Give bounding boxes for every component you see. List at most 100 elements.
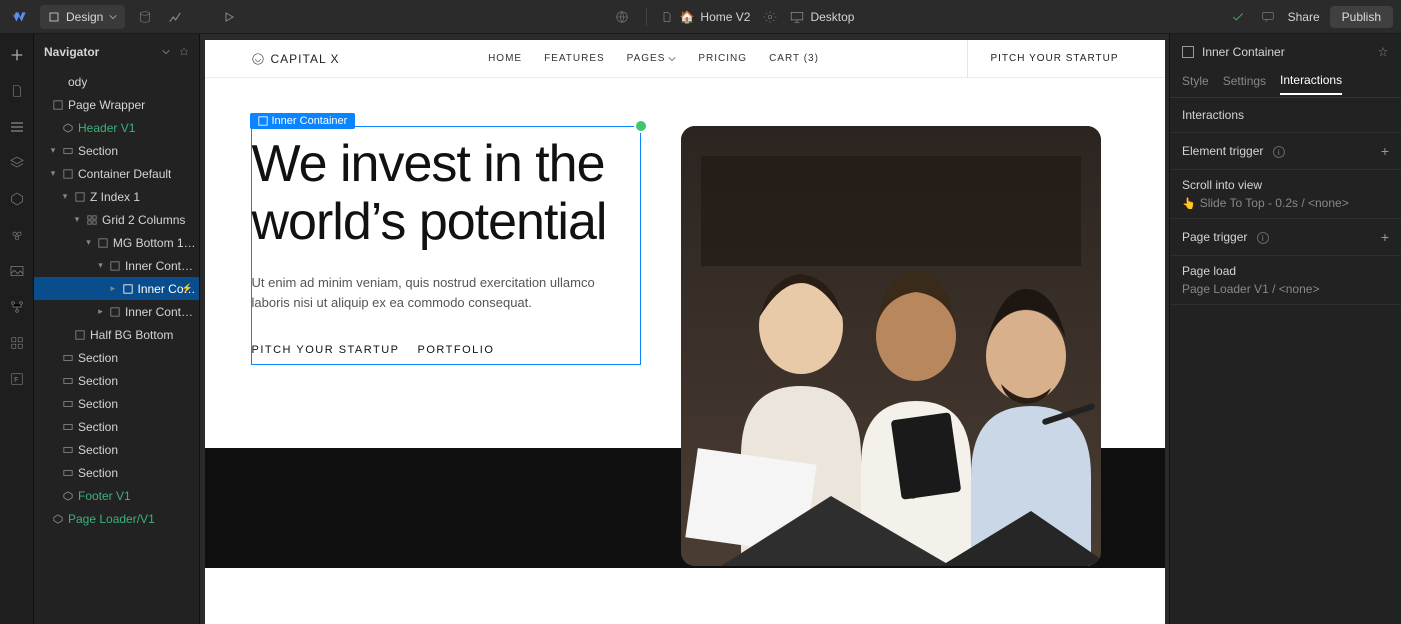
- info-icon[interactable]: i: [1273, 146, 1285, 158]
- tree-row[interactable]: Section: [34, 346, 199, 369]
- page-trigger-item[interactable]: Page load Page Loader V1 / <none>: [1170, 256, 1401, 305]
- share-button[interactable]: Share: [1288, 10, 1320, 24]
- nav-home[interactable]: HOME: [488, 53, 522, 64]
- point-up-icon: 👆: [1182, 197, 1196, 210]
- canvas-area[interactable]: CAPITAL X HOME FEATURES PAGES PRICING CA…: [200, 34, 1169, 624]
- add-element-trigger[interactable]: +: [1381, 143, 1389, 159]
- pin-styles-icon[interactable]: [1377, 46, 1389, 58]
- status-check-icon[interactable]: [1228, 7, 1248, 27]
- tab-settings[interactable]: Settings: [1223, 74, 1266, 94]
- element-trigger-item[interactable]: Scroll into view 👆 Slide To Top - 0.2s /…: [1170, 170, 1401, 219]
- hero-paragraph[interactable]: Ut enim ad minim veniam, quis nostrud ex…: [252, 273, 636, 312]
- tree-row[interactable]: ▸Inner Con…⚡: [34, 277, 199, 300]
- site-brand[interactable]: CAPITAL X: [251, 52, 340, 66]
- interactions-tool-icon[interactable]: [8, 298, 26, 316]
- navigator-tree: odyPage WrapperHeader V1▾Section▾Contain…: [34, 70, 199, 624]
- cms-icon[interactable]: [135, 7, 155, 27]
- chevron-down-icon: [109, 13, 117, 21]
- nav-features[interactable]: FEATURES: [544, 53, 605, 64]
- tree-row[interactable]: Page Loader/V1: [34, 507, 199, 530]
- add-page-trigger[interactable]: +: [1381, 229, 1389, 245]
- navigator-panel: Navigator odyPage WrapperHeader V1▾Secti…: [34, 34, 200, 624]
- tree-row[interactable]: Section: [34, 438, 199, 461]
- analytics-icon[interactable]: [165, 7, 185, 27]
- preview-icon[interactable]: [219, 7, 239, 27]
- comments-icon[interactable]: [1258, 7, 1278, 27]
- tree-row[interactable]: ▾Container Default: [34, 162, 199, 185]
- tree-row[interactable]: Section: [34, 369, 199, 392]
- selected-element[interactable]: Inner Container We invest in the world’s…: [251, 126, 641, 365]
- page-name: Home V2: [700, 10, 750, 24]
- trigger-animation: Slide To Top - 0.2s / <none>: [1200, 196, 1349, 210]
- tree-row[interactable]: Page Wrapper: [34, 93, 199, 116]
- pages-icon[interactable]: [8, 82, 26, 100]
- fonts-icon[interactable]: F: [8, 370, 26, 388]
- pin-icon[interactable]: [179, 47, 189, 57]
- home-emoji: 🏠: [679, 10, 694, 24]
- tree-row[interactable]: ▸Inner Container: [34, 300, 199, 323]
- page-trigger-type: Page load: [1182, 264, 1389, 278]
- selection-tag[interactable]: Inner Container: [250, 113, 356, 129]
- interaction-badge-icon: [634, 119, 648, 133]
- brand-text: CAPITAL X: [271, 52, 340, 66]
- chevron-down-icon: [668, 56, 676, 62]
- tree-row[interactable]: ▾Grid 2 Columns: [34, 208, 199, 231]
- tree-row[interactable]: Header V1: [34, 116, 199, 139]
- webflow-logo-icon[interactable]: [8, 6, 30, 28]
- brand-icon: [251, 52, 265, 66]
- nav-links: HOME FEATURES PAGES PRICING CART (3): [488, 53, 819, 64]
- components-icon[interactable]: [8, 154, 26, 172]
- page-selector[interactable]: 🏠 Home V2: [661, 10, 750, 24]
- page-trigger-animation: Page Loader V1 / <none>: [1182, 282, 1319, 296]
- canvas[interactable]: CAPITAL X HOME FEATURES PAGES PRICING CA…: [205, 40, 1165, 624]
- collapse-icon[interactable]: [161, 47, 171, 57]
- top-bar: Design 🏠 Home V2: [0, 0, 1401, 34]
- tree-row[interactable]: ▾Section: [34, 139, 199, 162]
- tree-row[interactable]: Section: [34, 392, 199, 415]
- nav-pages[interactable]: PAGES: [627, 53, 677, 64]
- device-label: Desktop: [810, 10, 854, 24]
- desktop-icon: [790, 11, 804, 23]
- device-selector[interactable]: Desktop: [790, 10, 854, 24]
- apps-icon[interactable]: [8, 334, 26, 352]
- hero-link-pitch[interactable]: PITCH YOUR STARTUP: [252, 344, 400, 356]
- hero-link-portfolio[interactable]: PORTFOLIO: [418, 344, 495, 356]
- right-tabs: Style Settings Interactions: [1170, 70, 1401, 98]
- tab-interactions[interactable]: Interactions: [1280, 73, 1342, 95]
- tree-row[interactable]: Section: [34, 461, 199, 484]
- publish-button[interactable]: Publish: [1330, 6, 1393, 28]
- style-manager-icon[interactable]: [8, 226, 26, 244]
- hero-heading[interactable]: We invest in the world’s potential: [252, 135, 636, 251]
- navigator-title: Navigator: [44, 45, 99, 59]
- site-nav: CAPITAL X HOME FEATURES PAGES PRICING CA…: [205, 40, 1165, 78]
- nav-cta[interactable]: PITCH YOUR STARTUP: [967, 40, 1118, 78]
- tree-row[interactable]: Footer V1: [34, 484, 199, 507]
- info-icon[interactable]: i: [1257, 232, 1269, 244]
- tree-row[interactable]: ▾MG Bottom 140px: [34, 231, 199, 254]
- div-icon: [258, 116, 268, 126]
- tree-row[interactable]: Half BG Bottom: [34, 323, 199, 346]
- element-trigger-label: Element trigger: [1182, 144, 1263, 158]
- tree-row[interactable]: Section: [34, 415, 199, 438]
- navigator-icon[interactable]: [8, 118, 26, 136]
- nav-cart[interactable]: CART (3): [769, 53, 819, 64]
- hero-image[interactable]: [681, 126, 1101, 566]
- page-icon: [661, 11, 673, 23]
- trigger-type: Scroll into view: [1182, 178, 1389, 192]
- right-panel: Inner Container Style Settings Interacti…: [1169, 34, 1401, 624]
- mode-label: Design: [66, 10, 103, 24]
- mode-dropdown[interactable]: Design: [40, 5, 125, 29]
- page-settings-icon[interactable]: [760, 7, 780, 27]
- tab-style[interactable]: Style: [1182, 74, 1209, 94]
- assets-icon[interactable]: [8, 262, 26, 280]
- nav-pricing[interactable]: PRICING: [698, 53, 747, 64]
- separator: [646, 8, 647, 26]
- add-element-icon[interactable]: [8, 46, 26, 64]
- globe-icon[interactable]: [612, 7, 632, 27]
- tree-row[interactable]: ▾Inner Container: [34, 254, 199, 277]
- box-icon: [48, 11, 60, 23]
- variables-icon[interactable]: [8, 190, 26, 208]
- svg-text:F: F: [14, 377, 18, 384]
- tree-row[interactable]: ody: [34, 70, 199, 93]
- tree-row[interactable]: ▾Z Index 1: [34, 185, 199, 208]
